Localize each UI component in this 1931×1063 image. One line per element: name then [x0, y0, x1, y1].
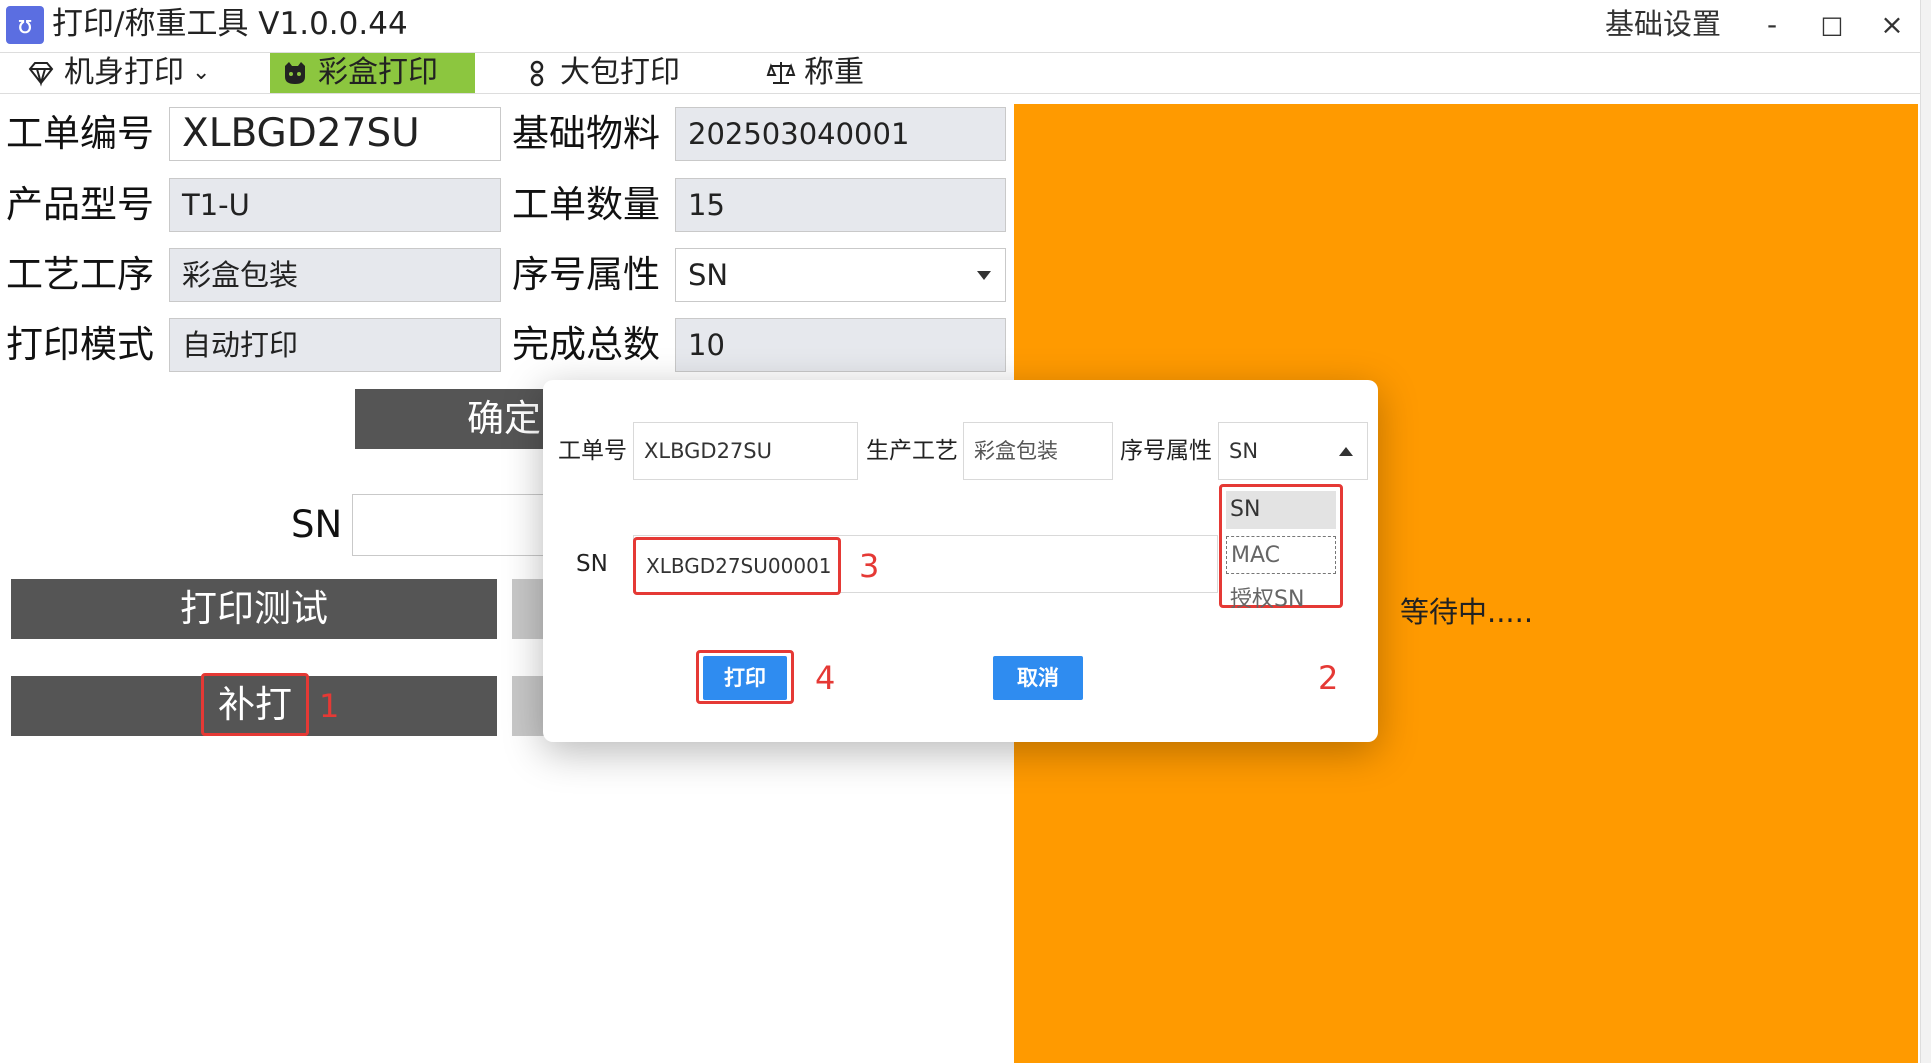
serial-attr-value: SN — [688, 258, 729, 292]
marker-3: 3 — [859, 547, 880, 585]
waiting-status: 等待中..... — [1400, 595, 1534, 629]
confirm-label: 确定 — [467, 397, 541, 440]
app-icon: ʊ — [6, 6, 44, 44]
marker-4: 4 — [815, 659, 836, 697]
chevron-up-icon — [1339, 447, 1353, 456]
dropdown-arrow-icon — [977, 271, 991, 280]
order-qty-field: 15 — [675, 178, 1006, 232]
serial-attr-dropdown: SN MAC 授权SN — [1219, 484, 1343, 612]
serial-attr-label: 序号属性 — [512, 253, 660, 296]
model-field: T1-U — [169, 178, 501, 232]
print-test-button[interactable]: 打印测试 — [11, 579, 497, 639]
maximize-button[interactable]: □ — [1810, 6, 1854, 44]
balance-scale-icon — [766, 62, 796, 84]
model-label: 产品型号 — [6, 183, 154, 226]
dropdown-option-auth-sn[interactable]: 授权SN — [1226, 581, 1336, 619]
serial-attr-select[interactable]: SN — [675, 248, 1006, 302]
dialog-sn-value: XLBGD27SU00001 — [633, 537, 841, 595]
material-field: 202503040001 — [675, 107, 1006, 161]
dialog-serial-attr-value: SN — [1229, 439, 1259, 463]
title-bar: ʊ 打印/称重工具 V1.0.0.44 基础设置 - □ × — [0, 0, 1931, 50]
marker-1: 1 — [319, 687, 340, 725]
done-total-label: 完成总数 — [512, 323, 660, 366]
order-no-input[interactable]: XLBGD27SU — [169, 107, 501, 161]
process-label: 工艺工序 — [6, 253, 154, 296]
tab-body-print[interactable]: 机身打印 ⌄ — [16, 53, 236, 93]
dialog-sn-label: SN — [576, 551, 608, 577]
sn-label: SN — [291, 503, 343, 546]
tab-label: 彩盒打印 — [318, 55, 438, 90]
material-label: 基础物料 — [512, 112, 660, 155]
dialog-cancel-button[interactable]: 取消 — [993, 656, 1083, 700]
window-title: 打印/称重工具 V1.0.0.44 — [52, 6, 408, 42]
tab-bulk-print[interactable]: 大包打印 — [512, 53, 702, 93]
order-no-label: 工单编号 — [6, 112, 154, 155]
print-mode-label: 打印模式 — [6, 323, 154, 366]
reprint-dialog: 工单号 XLBGD27SU 生产工艺 彩盒包装 序号属性 SN SN MAC 授… — [543, 380, 1378, 742]
dropdown-option-sn[interactable]: SN — [1226, 491, 1336, 529]
person-icon — [530, 60, 544, 87]
dialog-order-label: 工单号 — [558, 438, 627, 464]
window-edge — [1920, 0, 1931, 1063]
dialog-serial-attr-label: 序号属性 — [1120, 438, 1212, 464]
done-total-field: 10 — [675, 318, 1006, 372]
print-mode-field: 自动打印 — [169, 318, 501, 372]
dialog-order-input[interactable]: XLBGD27SU — [633, 422, 858, 480]
dialog-print-button[interactable]: 打印 — [703, 656, 787, 700]
reprint-label: 补打 — [201, 673, 309, 736]
tab-label: 机身打印 — [64, 55, 184, 90]
dialog-serial-attr-select[interactable]: SN — [1218, 422, 1368, 480]
base-settings-button[interactable]: 基础设置 — [1605, 4, 1721, 44]
tab-colorbox-print[interactable]: 彩盒打印 — [270, 53, 475, 93]
dialog-process-label: 生产工艺 — [866, 438, 958, 464]
order-qty-label: 工单数量 — [512, 183, 660, 226]
diamond-icon — [28, 62, 54, 87]
reprint-button[interactable]: 补打 1 — [11, 673, 497, 736]
dropdown-option-mac[interactable]: MAC — [1226, 536, 1336, 574]
minimize-button[interactable]: - — [1750, 6, 1794, 44]
marker-2: 2 — [1318, 659, 1339, 697]
github-cat-icon — [285, 62, 305, 84]
tab-label: 大包打印 — [560, 55, 680, 90]
tab-weigh[interactable]: 称重 — [756, 53, 906, 93]
close-button[interactable]: × — [1870, 6, 1914, 44]
process-field: 彩盒包装 — [169, 248, 501, 302]
dialog-process-field: 彩盒包装 — [963, 422, 1113, 480]
tab-bar: 机身打印 ⌄ 彩盒打印 大包打印 称重 — [0, 52, 1920, 94]
tab-label: 称重 — [804, 55, 864, 90]
chevron-down-icon: ⌄ — [192, 60, 211, 85]
